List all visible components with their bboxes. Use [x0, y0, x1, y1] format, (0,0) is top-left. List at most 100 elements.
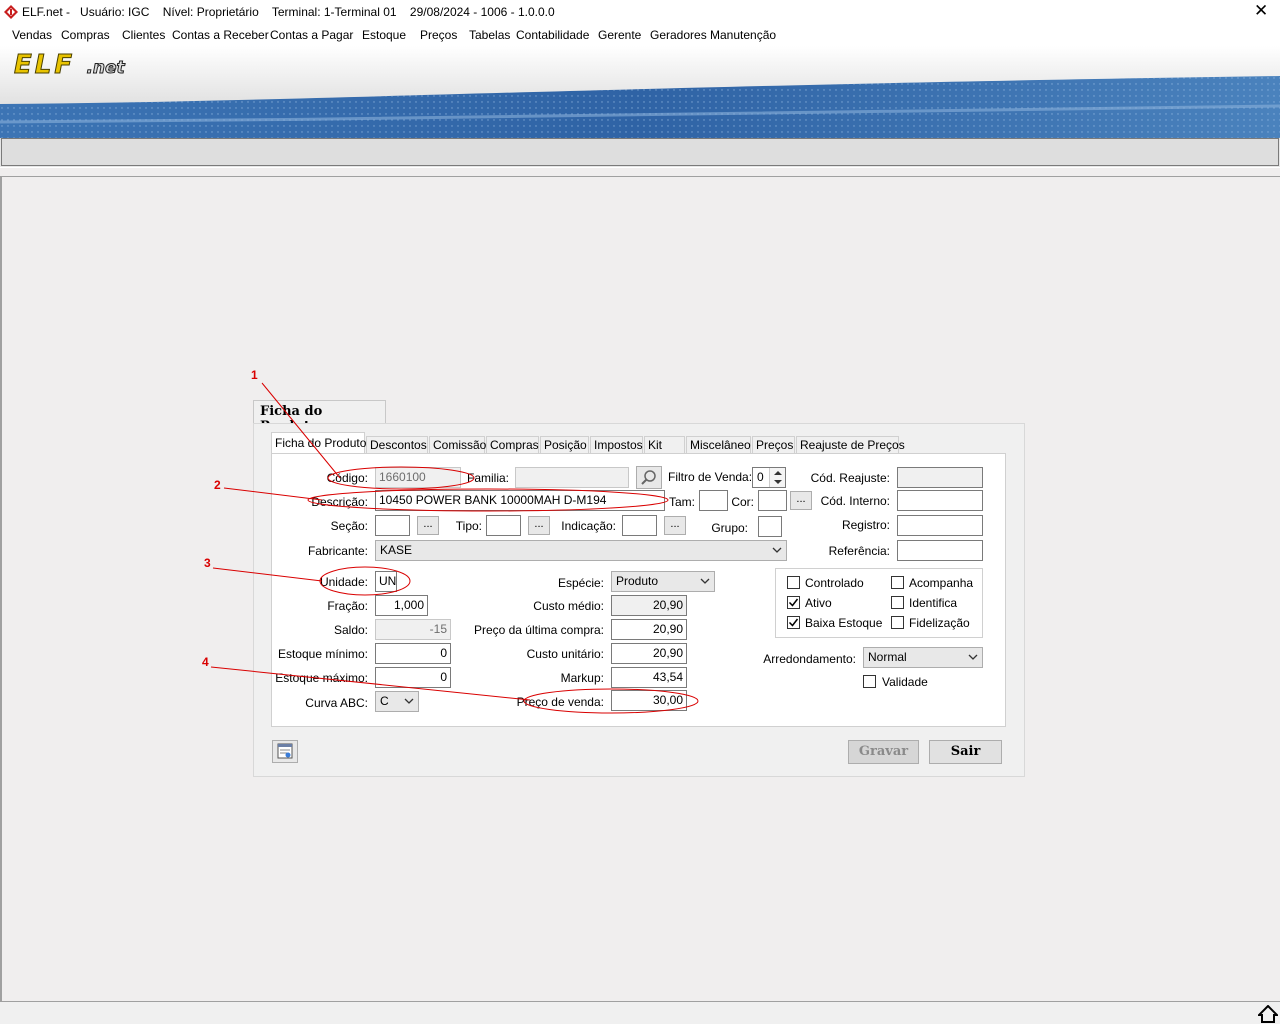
- curva-abc-value: C: [380, 694, 389, 708]
- menu-vendas[interactable]: Vendas: [12, 28, 52, 42]
- grupo-label: Grupo:: [711, 521, 748, 535]
- indicacao-label: Indicação:: [561, 519, 616, 533]
- banner-graphic: [0, 46, 1280, 140]
- secao-lookup-button[interactable]: ...: [417, 516, 439, 535]
- status-bar: [0, 1002, 1280, 1024]
- annotation-number-4: 4: [202, 655, 209, 669]
- tab-ficha-do-produto[interactable]: Ficha do Produto: [271, 432, 366, 454]
- tipo-field[interactable]: [486, 515, 521, 536]
- especie-value: Produto: [616, 574, 659, 588]
- gravar-button[interactable]: Gravar: [848, 740, 919, 764]
- tab-kit[interactable]: Kit: [644, 436, 685, 454]
- fracao-label: Fração:: [327, 599, 368, 613]
- fracao-field[interactable]: 1,000: [375, 595, 428, 616]
- tab-miscelaneo[interactable]: Miscelâneo: [686, 436, 751, 454]
- indicacao-lookup-button[interactable]: ...: [664, 516, 686, 535]
- preco-venda-label: Preço de venda:: [516, 695, 604, 709]
- familia-search-button[interactable]: [636, 466, 662, 489]
- menu-estoque[interactable]: Estoque: [362, 28, 406, 42]
- print-button[interactable]: [272, 740, 298, 763]
- menu-tabelas[interactable]: Tabelas: [469, 28, 510, 42]
- preco-ultima-compra-field[interactable]: 20,90: [611, 619, 687, 640]
- menu-manutencao[interactable]: Manutenção: [710, 28, 776, 42]
- preco-venda-field[interactable]: 30,00: [611, 690, 687, 711]
- sair-button[interactable]: Sair: [929, 740, 1002, 764]
- unidade-label: Unidade:: [319, 575, 368, 589]
- filtro-venda-label: Filtro de Venda:: [668, 470, 753, 484]
- descricao-field[interactable]: 10450 POWER BANK 10000MAH D-M194: [375, 490, 665, 511]
- estoque-minimo-label: Estoque mínimo:: [277, 647, 368, 661]
- referencia-field[interactable]: [897, 540, 983, 561]
- menu-contas-a-pagar[interactable]: Contas a Pagar: [270, 28, 353, 42]
- fabricante-label: Fabricante:: [307, 544, 368, 558]
- form-title-tab: Ficha do Produto: [253, 400, 386, 434]
- estoque-maximo-field[interactable]: 0: [375, 667, 451, 688]
- baixa-estoque-checkbox[interactable]: [787, 616, 800, 629]
- menu-contas-a-receber[interactable]: Contas a Receber: [172, 28, 269, 42]
- menu-geradores[interactable]: Geradores: [650, 28, 707, 42]
- curva-abc-select[interactable]: C: [375, 691, 419, 712]
- tab-impostos[interactable]: Impostos: [590, 436, 643, 454]
- grupo-field[interactable]: [758, 516, 782, 537]
- tipo-lookup-button[interactable]: ...: [528, 516, 550, 535]
- tab-precos[interactable]: Preços: [752, 436, 795, 454]
- curva-abc-label: Curva ABC:: [305, 696, 368, 710]
- fabricante-value: KASE: [380, 543, 413, 557]
- tam-label: Tam:: [668, 495, 695, 509]
- tab-reajuste-de-precos[interactable]: Reajuste de Preços: [796, 436, 905, 454]
- referencia-label: Referência:: [828, 544, 890, 558]
- acompanha-checkbox[interactable]: [891, 576, 904, 589]
- app-logo-icon: [4, 5, 18, 19]
- indicacao-field[interactable]: [622, 515, 657, 536]
- validade-checkbox[interactable]: [863, 675, 876, 688]
- registro-field[interactable]: [897, 515, 983, 536]
- home-icon[interactable]: [1258, 1005, 1278, 1023]
- ativo-checkbox[interactable]: [787, 596, 800, 609]
- cod-interno-field[interactable]: [897, 490, 983, 511]
- menu-contabilidade[interactable]: Contabilidade: [516, 28, 589, 42]
- tab-comissao[interactable]: Comissão: [429, 436, 486, 454]
- fabricante-select[interactable]: KASE: [375, 540, 787, 561]
- chevron-down-icon: [772, 547, 782, 553]
- tipo-label: Tipo:: [455, 519, 482, 533]
- cod-reajuste-label: Cód. Reajuste:: [810, 471, 890, 485]
- custo-medio-field[interactable]: 20,90: [611, 595, 687, 616]
- markup-label: Markup:: [560, 671, 604, 685]
- tab-posicao[interactable]: Posição: [540, 436, 589, 454]
- fidelizacao-checkbox[interactable]: [891, 616, 904, 629]
- tab-descontos[interactable]: Descontos: [366, 436, 428, 454]
- especie-select[interactable]: Produto: [611, 571, 715, 592]
- descricao-label: Descrição:: [311, 495, 368, 509]
- menu-precos[interactable]: Preços: [420, 28, 457, 42]
- chevron-down-icon: [700, 578, 710, 584]
- tab-compras[interactable]: Compras: [486, 436, 539, 454]
- controlado-checkbox[interactable]: [787, 576, 800, 589]
- familia-field[interactable]: [515, 467, 629, 488]
- markup-field[interactable]: 43,54: [611, 667, 687, 688]
- identifica-checkbox[interactable]: [891, 596, 904, 609]
- menu-clientes[interactable]: Clientes: [122, 28, 165, 42]
- secao-label: Seção:: [330, 519, 368, 533]
- menu-bar: Vendas Compras Clientes Contas a Receber…: [0, 24, 1280, 46]
- chevron-down-icon: [404, 698, 414, 704]
- menu-compras[interactable]: Compras: [61, 28, 110, 42]
- cod-reajuste-field[interactable]: [897, 467, 983, 488]
- validade-label: Validade: [882, 675, 928, 689]
- custo-unitario-field[interactable]: 20,90: [611, 643, 687, 664]
- window-title: ELF.net - Usuário: IGC Nível: Proprietár…: [22, 5, 555, 19]
- annotation-number-3: 3: [204, 556, 211, 570]
- saldo-field[interactable]: -15: [375, 619, 451, 640]
- chevron-down-icon: [968, 654, 978, 660]
- codigo-field[interactable]: 1660100: [375, 467, 461, 488]
- secao-field[interactable]: [375, 515, 410, 536]
- arredondamento-select[interactable]: Normal: [863, 647, 983, 668]
- annotation-number-2: 2: [214, 478, 221, 492]
- unidade-field[interactable]: UN: [375, 571, 397, 592]
- estoque-minimo-field[interactable]: 0: [375, 643, 451, 664]
- tam-field[interactable]: [699, 490, 728, 511]
- close-window-button[interactable]: ✕: [1254, 1, 1268, 21]
- cor-field[interactable]: [758, 490, 787, 511]
- menu-gerente[interactable]: Gerente: [598, 28, 641, 42]
- filtro-venda-spin[interactable]: [769, 468, 785, 487]
- title-bar: ELF.net - Usuário: IGC Nível: Proprietár…: [0, 0, 1280, 24]
